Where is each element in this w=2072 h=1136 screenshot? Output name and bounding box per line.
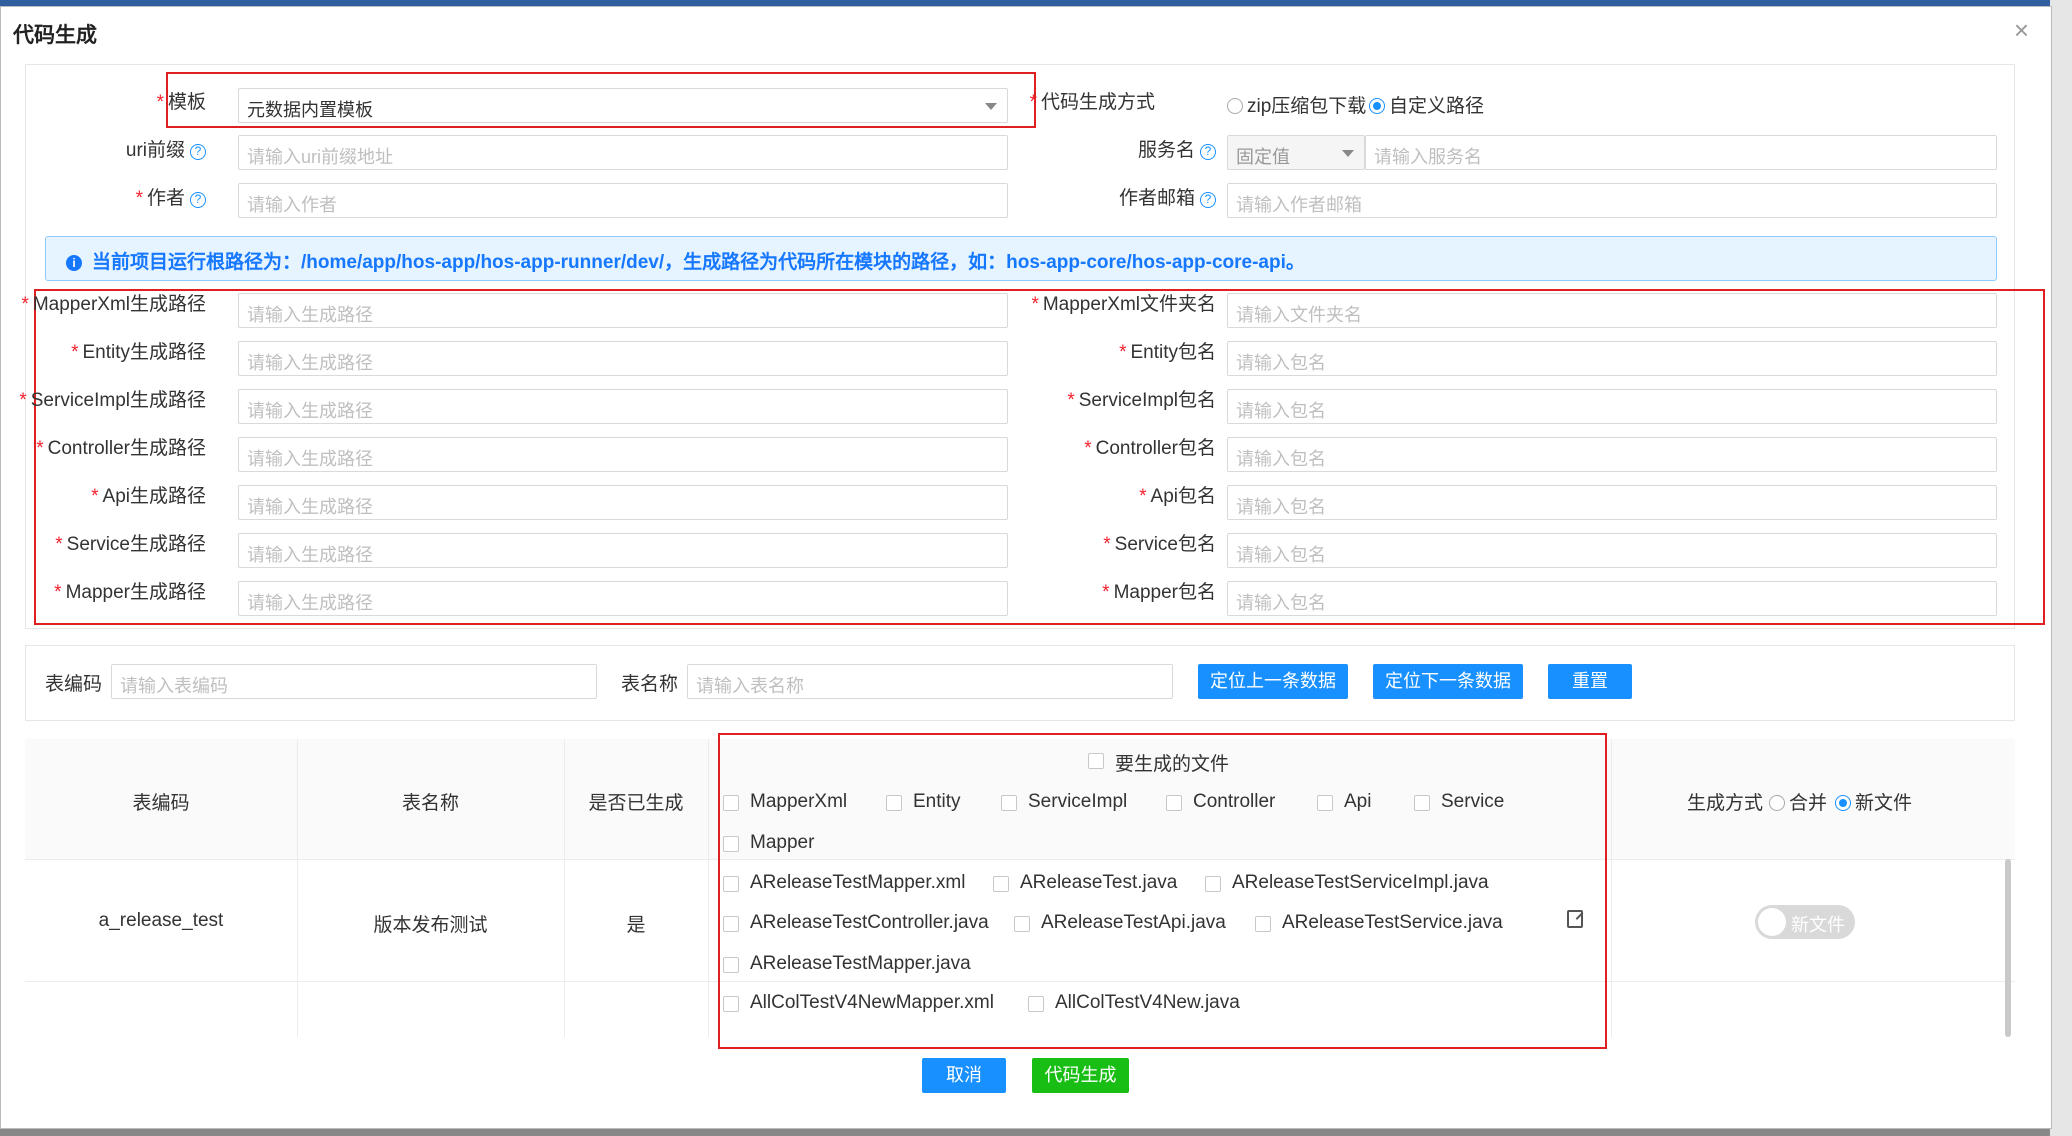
radio-icon bbox=[1227, 98, 1243, 114]
row-generated: 是 bbox=[626, 915, 646, 936]
package-input-4[interactable]: 请输入包名 bbox=[1227, 485, 1997, 520]
close-icon[interactable]: × bbox=[2014, 15, 2029, 46]
service-name-select[interactable]: 固定值 bbox=[1227, 135, 1365, 170]
package-label-0: * MapperXml文件夹名 bbox=[1031, 294, 1216, 315]
col-divider bbox=[708, 739, 709, 1037]
radio-checked-icon bbox=[1835, 795, 1851, 811]
header-gen-method: 生成方式 bbox=[1687, 793, 1764, 814]
uri-prefix-label: uri前缀? bbox=[126, 135, 206, 162]
info-icon: i bbox=[66, 255, 82, 271]
required-mark: * bbox=[19, 390, 27, 411]
path-label-3: * Controller生成路径 bbox=[36, 438, 206, 459]
package-label-6: * Mapper包名 bbox=[1102, 582, 1216, 603]
package-label-3: * Controller包名 bbox=[1084, 438, 1216, 459]
method-radio-newfile[interactable]: 新文件 bbox=[1835, 788, 1912, 815]
row-table-name: 版本发布测试 bbox=[373, 915, 488, 936]
service-name-input[interactable]: 请输入服务名 bbox=[1365, 135, 1997, 170]
path-input-4[interactable]: 请输入生成路径 bbox=[238, 485, 1008, 520]
gen-method-toggle[interactable]: 新文件 bbox=[1755, 905, 1855, 939]
help-icon[interactable]: ? bbox=[190, 144, 206, 160]
locate-next-button[interactable]: 定位下一条数据 bbox=[1373, 664, 1523, 699]
package-label-5: * Service包名 bbox=[1103, 534, 1216, 555]
required-mark: * bbox=[1103, 534, 1111, 555]
path-label-0: * MapperXml生成路径 bbox=[21, 294, 206, 315]
path-label-2: * ServiceImpl生成路径 bbox=[19, 390, 206, 411]
code-gen-dialog: 代码生成 × * 模板 元数据内置模板 * 代码生成方式 zip压缩包下载 自定义路… bbox=[0, 6, 2052, 1129]
table-code-label: 表编码 bbox=[45, 674, 103, 695]
help-icon[interactable]: ? bbox=[1200, 192, 1216, 208]
package-input-1[interactable]: 请输入包名 bbox=[1227, 341, 1997, 376]
locate-prev-button[interactable]: 定位上一条数据 bbox=[1198, 664, 1348, 699]
cancel-button[interactable]: 取消 bbox=[922, 1058, 1006, 1093]
path-input-2[interactable]: 请输入生成路径 bbox=[238, 389, 1008, 424]
reset-button[interactable]: 重置 bbox=[1548, 664, 1632, 699]
required-mark: * bbox=[1067, 390, 1075, 411]
gen-mode-radio-custom[interactable]: 自定义路径 bbox=[1369, 91, 1484, 118]
package-label-4: * Api包名 bbox=[1139, 486, 1216, 507]
package-input-5[interactable]: 请输入包名 bbox=[1227, 533, 1997, 568]
uri-prefix-input[interactable]: 请输入uri前缀地址 bbox=[238, 135, 1008, 170]
service-name-label: 服务名? bbox=[1138, 135, 1216, 162]
author-input[interactable]: 请输入作者 bbox=[238, 183, 1008, 218]
required-mark: * bbox=[1119, 342, 1127, 363]
required-mark: * bbox=[1102, 582, 1110, 603]
table-scrollbar[interactable] bbox=[2005, 859, 2011, 1037]
required-mark: * bbox=[1031, 294, 1039, 315]
path-input-0[interactable]: 请输入生成路径 bbox=[238, 293, 1008, 328]
table-name-input[interactable]: 请输入表名称 bbox=[687, 664, 1173, 699]
help-icon[interactable]: ? bbox=[1200, 144, 1216, 160]
path-input-5[interactable]: 请输入生成路径 bbox=[238, 533, 1008, 568]
required-mark: * bbox=[21, 294, 29, 315]
path-input-3[interactable]: 请输入生成路径 bbox=[238, 437, 1008, 472]
path-input-6[interactable]: 请输入生成路径 bbox=[238, 581, 1008, 616]
col-divider bbox=[1611, 739, 1612, 1037]
required-mark: * bbox=[71, 342, 79, 363]
method-radio-merge[interactable]: 合并 bbox=[1769, 788, 1827, 815]
package-input-6[interactable]: 请输入包名 bbox=[1227, 581, 1997, 616]
author-email-label: 作者邮箱? bbox=[1119, 183, 1216, 210]
table-name-label: 表名称 bbox=[621, 674, 679, 695]
package-input-0[interactable]: 请输入文件夹名 bbox=[1227, 293, 1997, 328]
col-divider bbox=[297, 739, 298, 1037]
generate-code-button[interactable]: 代码生成 bbox=[1032, 1058, 1129, 1093]
highlight-box-files bbox=[718, 733, 1607, 1049]
package-input-3[interactable]: 请输入包名 bbox=[1227, 437, 1997, 472]
author-email-input[interactable]: 请输入作者邮箱 bbox=[1227, 183, 1997, 218]
chevron-down-icon bbox=[1342, 150, 1354, 157]
required-mark: * bbox=[36, 438, 44, 459]
header-generated: 是否已生成 bbox=[588, 793, 684, 814]
col-divider bbox=[564, 739, 565, 1037]
background-page bbox=[2050, 0, 2072, 1136]
row-table-code: a_release_test bbox=[98, 910, 224, 931]
help-icon[interactable]: ? bbox=[190, 192, 206, 208]
highlight-box-template bbox=[166, 72, 1036, 128]
author-label: * 作者? bbox=[136, 183, 206, 210]
header-table-code: 表编码 bbox=[132, 793, 190, 814]
gen-mode-label: * 代码生成方式 bbox=[1029, 92, 1155, 113]
path-label-4: * Api生成路径 bbox=[91, 486, 206, 507]
path-label-6: * Mapper生成路径 bbox=[54, 582, 206, 603]
package-input-2[interactable]: 请输入包名 bbox=[1227, 389, 1997, 424]
radio-icon bbox=[1769, 795, 1785, 811]
gen-mode-radio-zip[interactable]: zip压缩包下载 bbox=[1227, 91, 1366, 118]
required-mark: * bbox=[54, 582, 62, 603]
toggle-knob bbox=[1758, 908, 1786, 936]
path-info-alert: i 当前项目运行根路径为：/home/app/hos-app/hos-app-ru… bbox=[45, 236, 1997, 281]
required-mark: * bbox=[1139, 486, 1147, 507]
path-label-5: * Service生成路径 bbox=[55, 534, 206, 555]
package-label-2: * ServiceImpl包名 bbox=[1067, 390, 1216, 411]
required-mark: * bbox=[91, 486, 99, 507]
package-label-1: * Entity包名 bbox=[1119, 342, 1216, 363]
table-code-input[interactable]: 请输入表编码 bbox=[111, 664, 597, 699]
radio-checked-icon bbox=[1369, 98, 1385, 114]
required-mark: * bbox=[1084, 438, 1092, 459]
path-input-1[interactable]: 请输入生成路径 bbox=[238, 341, 1008, 376]
required-mark: * bbox=[55, 534, 63, 555]
header-table-name: 表名称 bbox=[401, 793, 459, 814]
path-label-1: * Entity生成路径 bbox=[71, 342, 206, 363]
dialog-title: 代码生成 bbox=[13, 24, 97, 47]
